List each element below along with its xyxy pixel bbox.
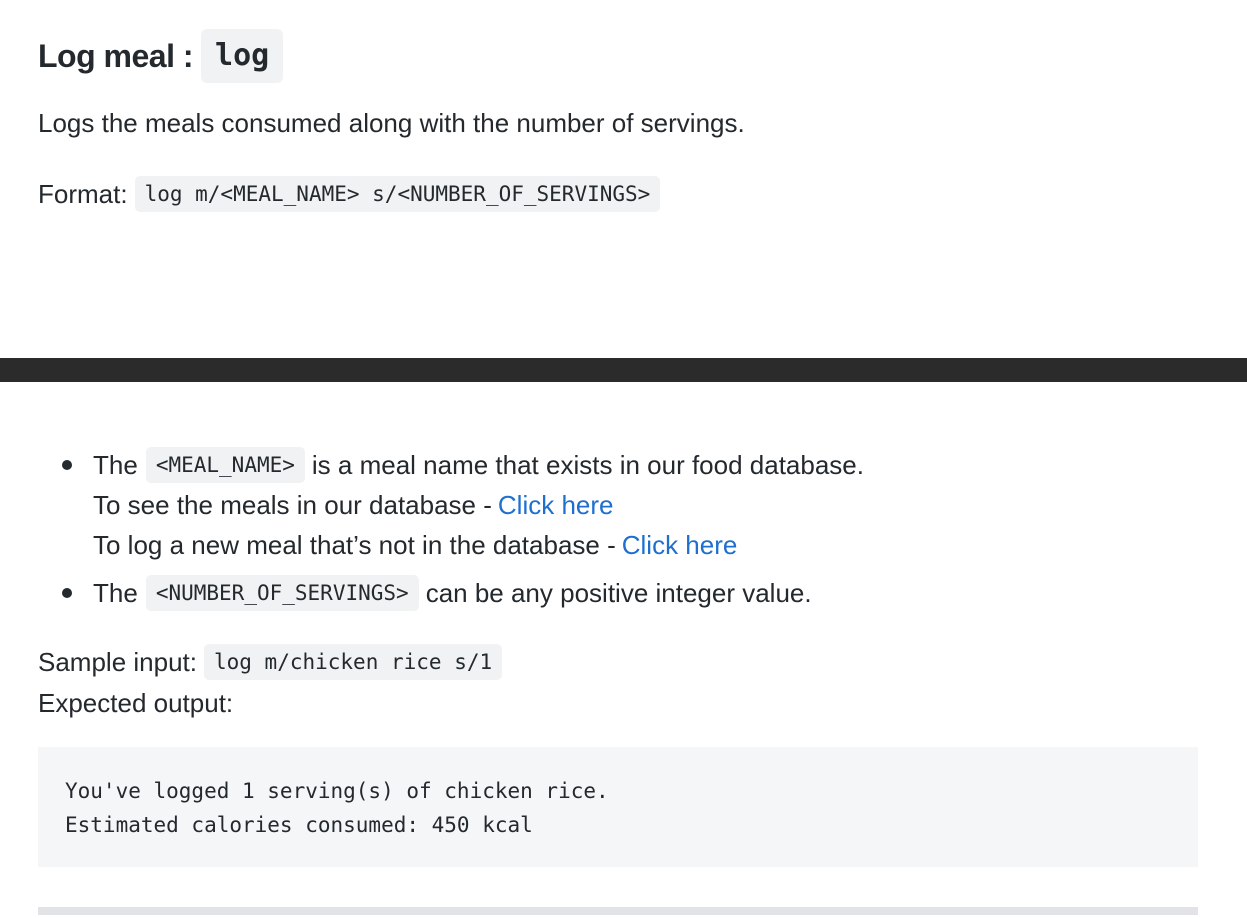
list-item: The <NUMBER_OF_SERVINGS> can be any posi… <box>38 573 864 613</box>
sample-input-label: Sample input: <box>38 646 197 677</box>
note-suffix: can be any positive integer value. <box>425 578 812 608</box>
expected-output-label: Expected output: <box>38 687 234 718</box>
bottom-divider <box>38 907 1198 915</box>
section-title: Log meal : <box>38 37 194 74</box>
database-view-text: To see the meals in our database - <box>93 490 492 520</box>
view-database-link[interactable]: Click here <box>498 485 614 525</box>
expected-output-block: You've logged 1 serving(s) of chicken ri… <box>38 747 1198 867</box>
format-code: log m/<MEAL_NAME> s/<NUMBER_OF_SERVINGS> <box>134 176 661 212</box>
new-meal-text: To log a new meal that’s not in the data… <box>93 530 616 560</box>
sample-section: Sample input: log m/chicken rice s/1 Exp… <box>38 643 503 722</box>
bullet-icon <box>62 588 72 598</box>
servings-code: <NUMBER_OF_SERVINGS> <box>145 575 419 611</box>
horizontal-divider <box>0 358 1247 382</box>
section-heading: Log meal : log <box>38 29 284 83</box>
note-suffix: is a meal name that exists in our food d… <box>311 450 864 480</box>
section-description: Logs the meals consumed along with the n… <box>38 108 745 138</box>
format-label: Format: <box>38 178 128 209</box>
list-item: The <MEAL_NAME> is a meal name that exis… <box>38 445 864 565</box>
note-prefix: The <box>93 450 138 480</box>
meal-name-code: <MEAL_NAME> <box>145 447 305 483</box>
note-prefix: The <box>93 578 138 608</box>
output-line: You've logged 1 serving(s) of chicken ri… <box>65 779 609 803</box>
bullet-icon <box>62 460 72 470</box>
notes-list: The <MEAL_NAME> is a meal name that exis… <box>38 445 864 613</box>
command-code: log <box>201 29 284 83</box>
sample-input-code: log m/chicken rice s/1 <box>203 644 503 680</box>
add-meal-link[interactable]: Click here <box>622 525 738 565</box>
format-line: Format: log m/<MEAL_NAME> s/<NUMBER_OF_S… <box>38 176 661 212</box>
output-line: Estimated calories consumed: 450 kcal <box>65 813 533 837</box>
output-code: You've logged 1 serving(s) of chicken ri… <box>65 774 1171 842</box>
